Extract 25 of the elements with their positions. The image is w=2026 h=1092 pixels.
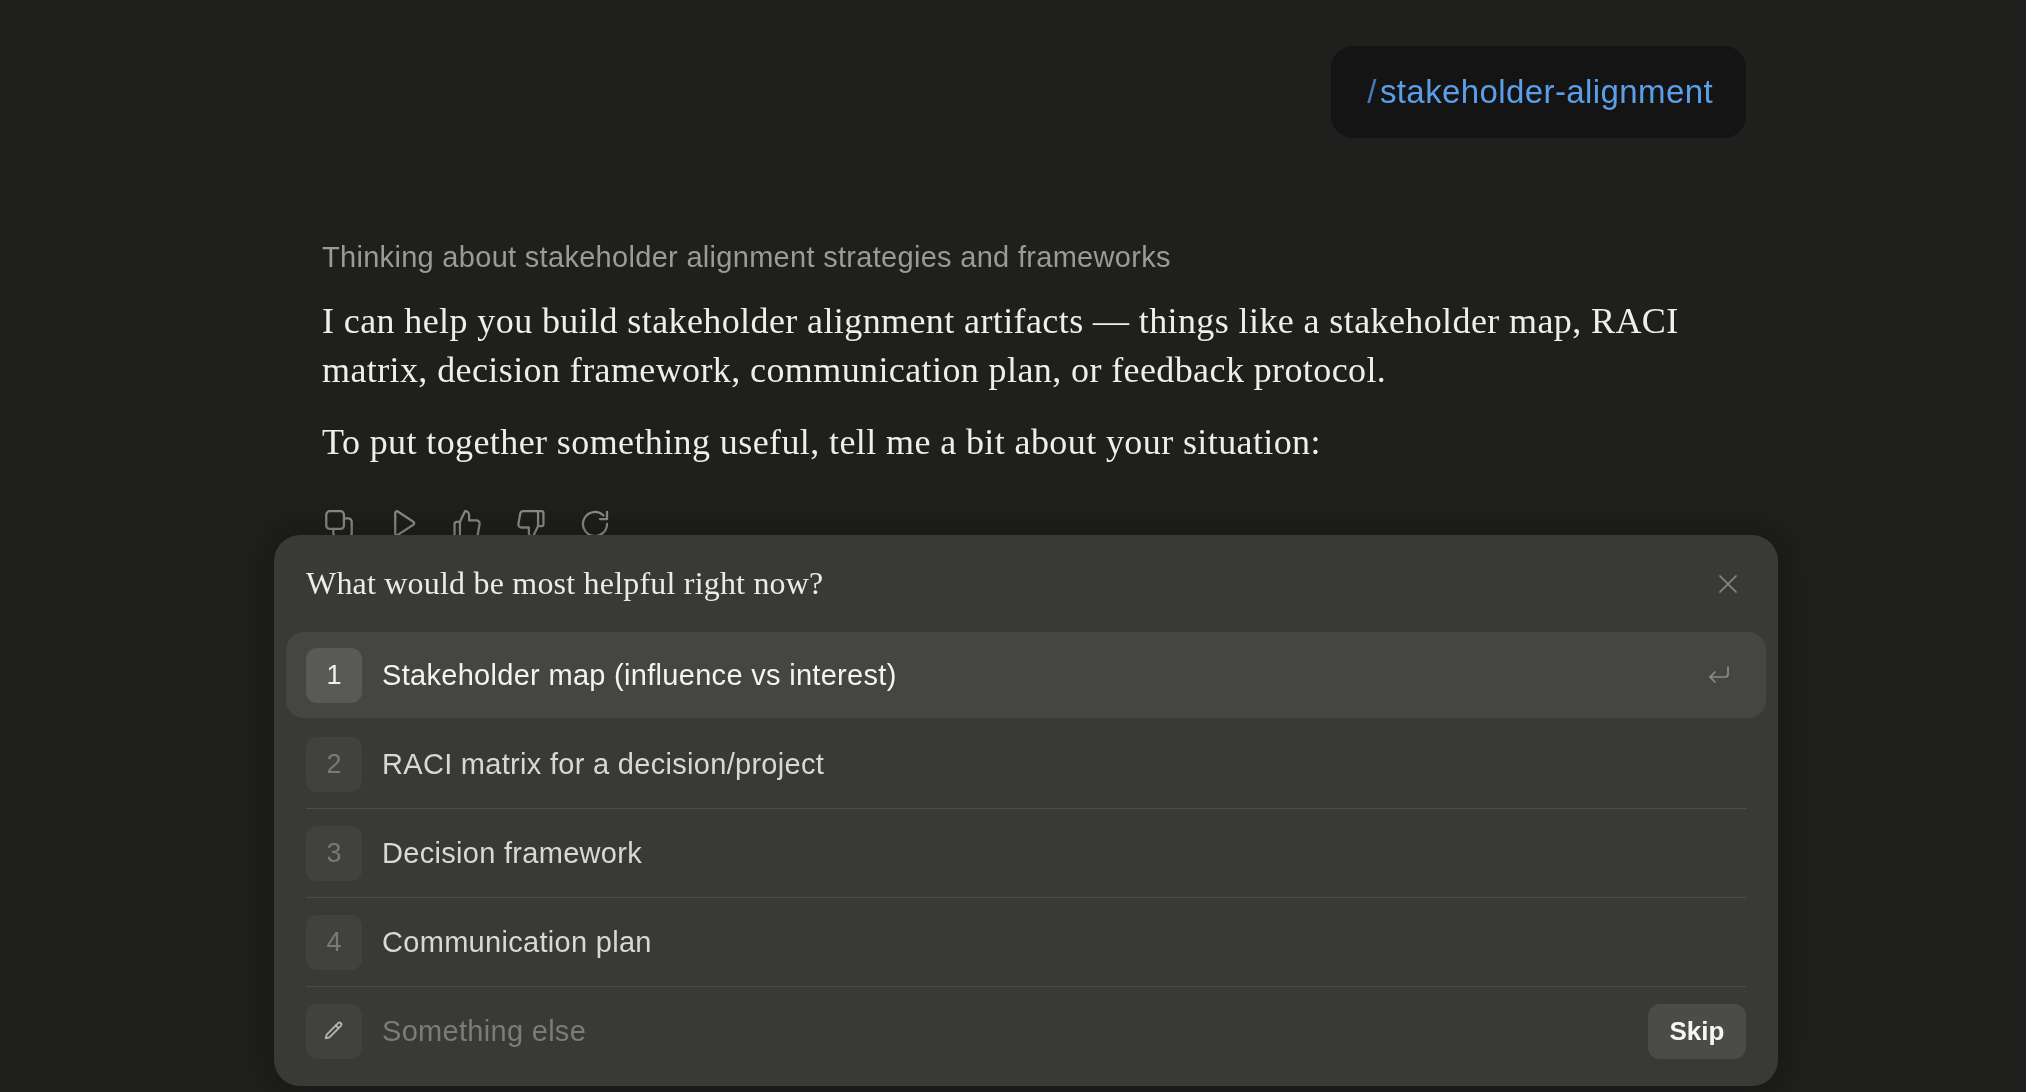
option-label: Decision framework (382, 836, 644, 870)
option-label: RACI matrix for a decision/project (382, 747, 826, 781)
option-row[interactable]: 3 Decision framework (286, 810, 1766, 896)
return-icon (1707, 664, 1731, 686)
skip-button[interactable]: Skip (1648, 1003, 1746, 1059)
message-paragraph: I can help you build stakeholder alignment artifacts — things like a stakeholder map, RACI matrix, decision framework, communication plan, or feedback protocol. (322, 300, 1680, 392)
copy-icon[interactable] (322, 507, 356, 535)
option-number: 2 (306, 736, 362, 792)
thinking-summary[interactable]: Thinking about stakeholder alignment strategies and frameworks (322, 239, 1171, 275)
pencil-icon (306, 1003, 362, 1059)
close-icon[interactable] (1718, 573, 1738, 594)
option-number: 1 (306, 647, 362, 703)
option-label: Stakeholder map (influence vs interest) (382, 658, 898, 692)
message-paragraph: To put together something useful, tell me a bit about your situation: (322, 421, 1322, 464)
option-row[interactable]: 4 Communication plan (286, 899, 1766, 985)
option-number: 4 (306, 914, 362, 970)
option-row[interactable]: 1 Stakeholder map (influence vs interest) (286, 632, 1766, 718)
slash-command: /stakeholder-alignment (1367, 73, 1713, 111)
option-label: Communication plan (382, 925, 653, 959)
option-number: 3 (306, 825, 362, 881)
thumbs-up-icon[interactable] (450, 507, 484, 535)
option-row[interactable]: 2 RACI matrix for a decision/project (286, 721, 1766, 807)
thumbs-down-icon[interactable] (514, 507, 548, 535)
question-title: What would be most helpful right now? (306, 565, 824, 602)
input-field[interactable]: Something else (382, 1011, 1648, 1051)
